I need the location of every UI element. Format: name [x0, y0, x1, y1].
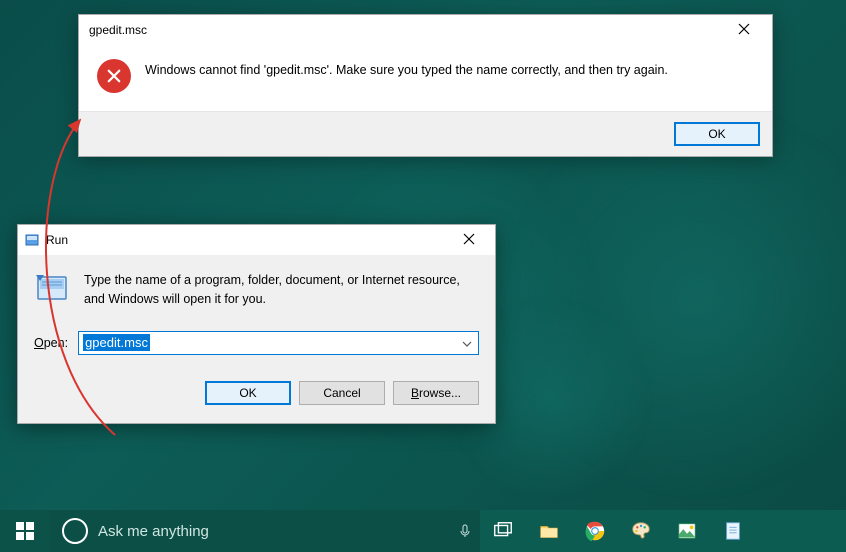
- error-dialog: gpedit.msc Windows cannot find 'gpedit.m…: [78, 14, 773, 157]
- microphone-icon[interactable]: [450, 523, 480, 539]
- chrome-icon[interactable]: [572, 520, 618, 542]
- run-cancel-button[interactable]: Cancel: [299, 381, 385, 405]
- run-close-button[interactable]: [449, 225, 489, 255]
- run-browse-button[interactable]: Browse...: [393, 381, 479, 405]
- start-button[interactable]: [0, 510, 50, 552]
- cortana-icon: [62, 518, 88, 544]
- paint-icon[interactable]: [618, 520, 664, 542]
- run-title: Run: [46, 233, 68, 247]
- error-footer: OK: [79, 111, 772, 156]
- file-explorer-icon[interactable]: [526, 520, 572, 542]
- windows-logo-icon: [16, 522, 34, 540]
- taskbar: Ask me anything: [0, 510, 846, 552]
- cortana-search[interactable]: Ask me anything: [50, 510, 480, 552]
- close-button[interactable]: [724, 15, 764, 45]
- error-message: Windows cannot find 'gpedit.msc'. Make s…: [145, 59, 668, 93]
- picture-viewer-icon[interactable]: [664, 520, 710, 542]
- run-ok-button[interactable]: OK: [205, 381, 291, 405]
- open-label: Open:: [34, 336, 68, 350]
- chevron-down-icon[interactable]: [462, 336, 472, 350]
- run-description: Type the name of a program, folder, docu…: [84, 271, 479, 309]
- run-dialog: Run Type the name of a program, folder, …: [17, 224, 496, 424]
- error-body: Windows cannot find 'gpedit.msc'. Make s…: [79, 45, 772, 111]
- run-titlebar[interactable]: Run: [18, 225, 495, 255]
- open-value: gpedit.msc: [83, 334, 150, 351]
- error-title: gpedit.msc: [89, 23, 147, 37]
- error-icon: [97, 59, 131, 93]
- error-titlebar[interactable]: gpedit.msc: [79, 15, 772, 45]
- open-combobox[interactable]: gpedit.msc: [78, 331, 479, 355]
- notepad-icon[interactable]: [710, 520, 756, 542]
- run-body: Type the name of a program, folder, docu…: [18, 255, 495, 423]
- run-app-icon: [34, 271, 70, 307]
- run-icon: [24, 232, 40, 248]
- ok-button[interactable]: OK: [674, 122, 760, 146]
- task-view-icon[interactable]: [480, 520, 526, 542]
- cortana-placeholder: Ask me anything: [98, 523, 450, 540]
